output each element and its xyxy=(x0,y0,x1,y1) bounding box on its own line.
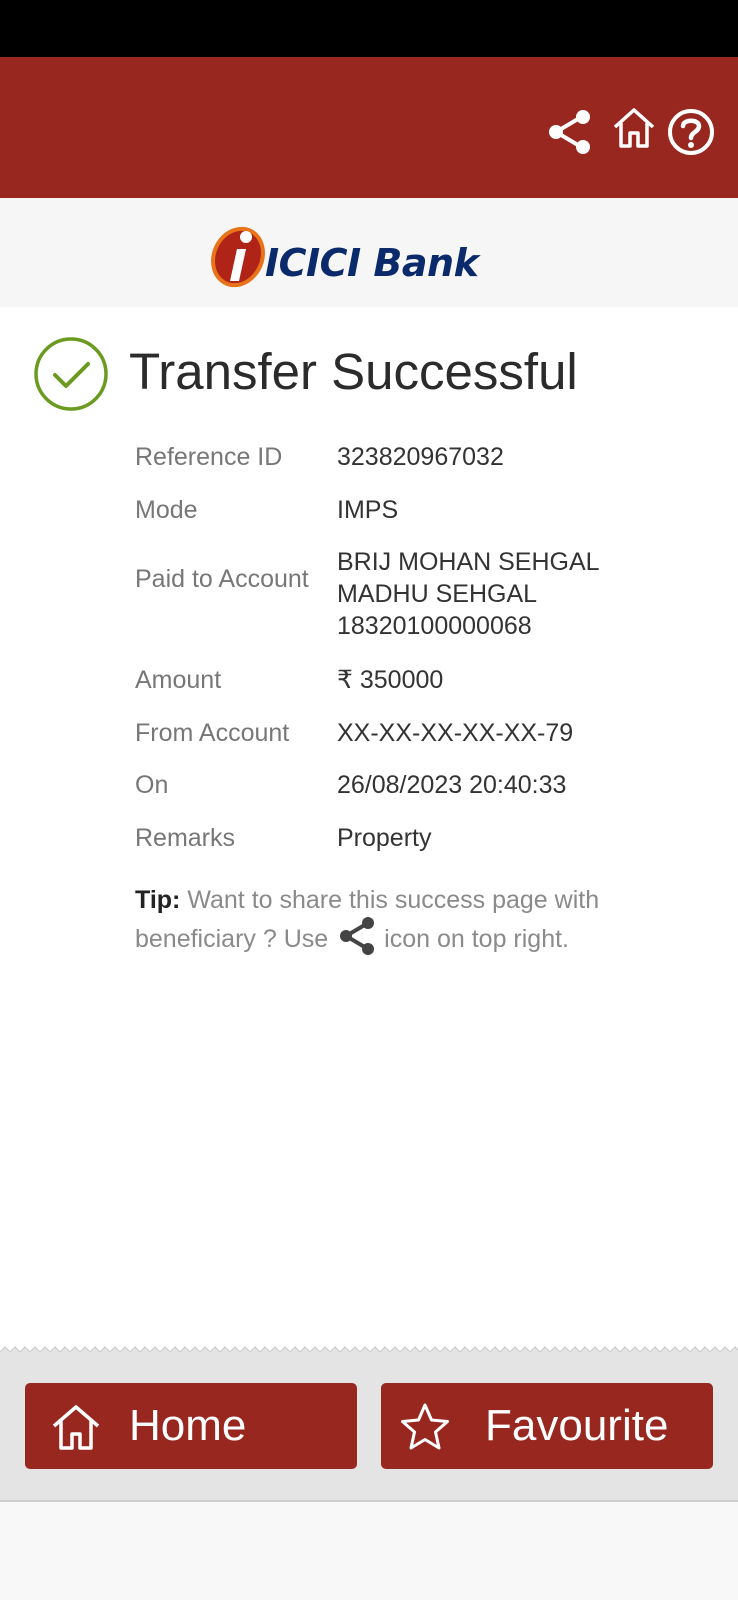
remarks-value: Property xyxy=(337,824,432,852)
mode-value: IMPS xyxy=(337,496,399,524)
home-button-label: Home xyxy=(129,1401,247,1450)
star-icon xyxy=(399,1402,451,1457)
help-icon[interactable] xyxy=(666,107,716,157)
logo-text: ICICI Bank xyxy=(265,241,479,285)
share-icon xyxy=(338,917,376,964)
favourite-button-label: Favourite xyxy=(485,1401,669,1450)
paid-to-name-2: MADHU SEHGAL xyxy=(337,580,538,608)
reference-id-value: 323820967032 xyxy=(337,443,504,471)
home-icon[interactable] xyxy=(611,105,657,151)
share-icon[interactable] xyxy=(548,110,592,154)
tip-label: Tip: xyxy=(135,886,181,914)
bottom-area xyxy=(0,1502,738,1600)
tip-text: Tip: Want to share this success page wit… xyxy=(135,884,655,964)
mode-label: Mode xyxy=(135,496,198,524)
from-account-value: XX-XX-XX-XX-XX-79 xyxy=(337,719,574,747)
paid-to-account-label: Paid to Account xyxy=(135,565,309,593)
icici-bank-logo: ICICI Bank xyxy=(208,219,538,291)
from-account-label: From Account xyxy=(135,719,290,747)
home-button[interactable]: Home xyxy=(25,1383,357,1469)
paid-to-account-number: 18320100000068 xyxy=(337,612,532,640)
amount-value: ₹ 350000 xyxy=(337,666,444,694)
favourite-button[interactable]: Favourite xyxy=(381,1383,713,1469)
reference-id-label: Reference ID xyxy=(135,443,283,471)
paid-to-name-1: BRIJ MOHAN SEHGAL xyxy=(337,548,600,576)
check-circle-icon xyxy=(33,336,109,417)
tip-text-after: icon on top right. xyxy=(384,925,569,954)
status-bar xyxy=(0,0,738,57)
home-icon xyxy=(51,1402,101,1457)
date-value: 26/08/2023 20:40:33 xyxy=(337,771,567,799)
amount-label: Amount xyxy=(135,666,222,694)
date-label: On xyxy=(135,771,169,799)
remarks-label: Remarks xyxy=(135,824,236,852)
page-title: Transfer Successful xyxy=(129,343,578,400)
